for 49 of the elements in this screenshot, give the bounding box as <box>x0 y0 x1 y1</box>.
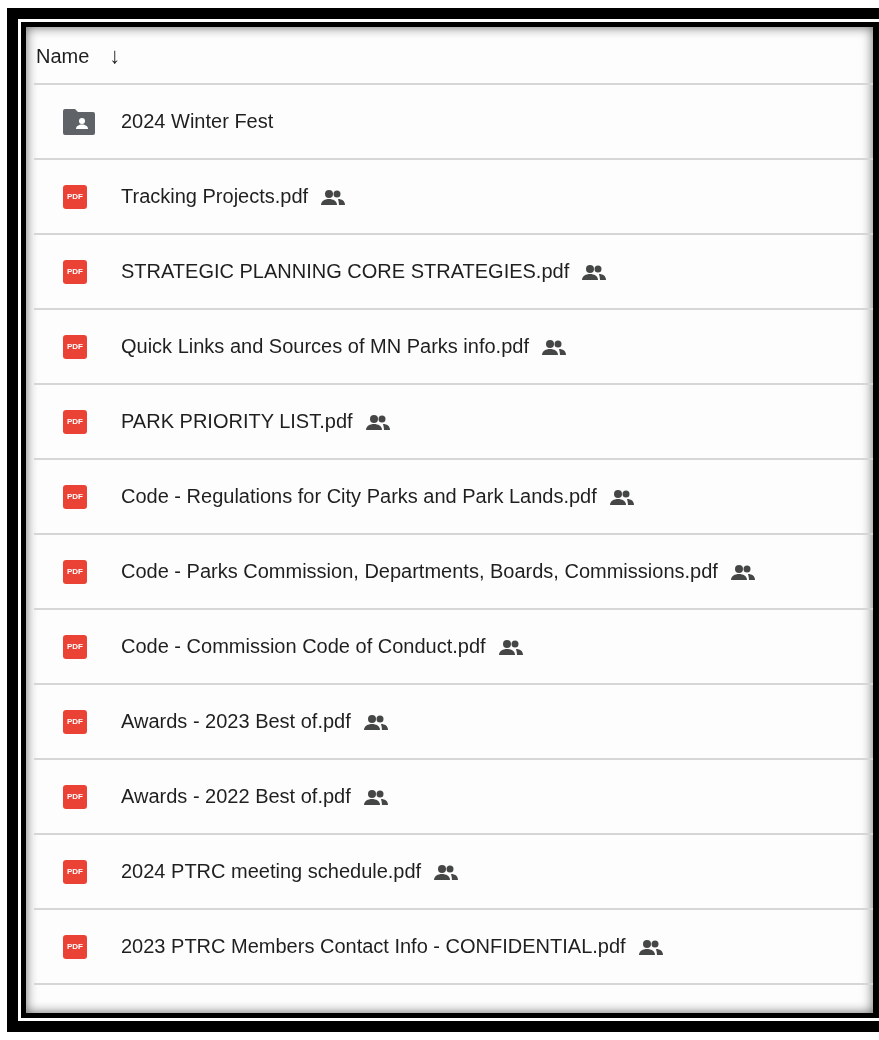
people-icon <box>433 863 460 880</box>
file-row[interactable]: PDF Code - Parks Commission, Departments, Boards, Commissions.pdf <box>34 535 873 610</box>
people-icon <box>729 563 756 580</box>
sort-arrow-icon[interactable]: ↓ <box>109 45 121 67</box>
file-row[interactable]: PDF Code - Regulations for City Parks and Park Lands.pdf <box>34 460 873 535</box>
file-row[interactable]: PDF STRATEGIC PLANNING CORE STRATEGIES.pdf <box>34 235 873 310</box>
file-name: 2024 PTRC meeting schedule.pdf <box>121 860 422 883</box>
file-name: Quick Links and Sources of MN Parks info.pdf <box>121 335 529 358</box>
pdf-icon: PDF <box>63 634 87 659</box>
file-row[interactable]: 2024 Winter Fest <box>34 85 873 160</box>
pdf-icon: PDF <box>63 484 87 509</box>
pdf-icon: PDF <box>63 259 87 284</box>
pdf-icon: PDF <box>63 409 87 434</box>
people-icon <box>362 713 389 730</box>
pdf-icon: PDF <box>63 859 87 884</box>
pdf-icon: PDF <box>63 184 87 209</box>
file-row[interactable]: PDF Awards - 2022 Best of.pdf <box>34 760 873 835</box>
pdf-icon: PDF <box>63 784 87 809</box>
people-icon <box>497 638 524 655</box>
pdf-icon: PDF <box>63 334 87 359</box>
pdf-icon: PDF <box>63 709 87 734</box>
file-name: Code - Commission Code of Conduct.pdf <box>121 635 486 658</box>
file-name: Awards - 2023 Best of.pdf <box>121 710 351 733</box>
people-icon <box>364 413 391 430</box>
file-row[interactable]: PDF Quick Links and Sources of MN Parks info.pdf <box>34 310 873 385</box>
people-icon <box>608 488 635 505</box>
file-row[interactable]: PDF Tracking Projects.pdf <box>34 160 873 235</box>
file-name: Code - Regulations for City Parks and Park Lands.pdf <box>121 485 597 508</box>
pdf-icon: PDF <box>63 559 87 584</box>
file-name: STRATEGIC PLANNING CORE STRATEGIES.pdf <box>121 260 570 283</box>
name-column-header: Name <box>36 44 90 68</box>
file-name: 2023 PTRC Members Contact Info - CONFIDENTIAL.pdf <box>121 935 626 958</box>
people-icon <box>362 788 389 805</box>
file-name: Code - Parks Commission, Departments, Boards, Commissions.pdf <box>121 560 718 583</box>
file-row[interactable]: PDF 2023 PTRC Members Contact Info - CONFIDENTIAL.pdf <box>34 910 873 985</box>
file-name: Tracking Projects.pdf <box>121 185 309 208</box>
shared-folder-icon <box>63 108 95 135</box>
file-name: Awards - 2022 Best of.pdf <box>121 785 351 808</box>
file-row[interactable]: PDF PARK PRIORITY LIST.pdf <box>34 385 873 460</box>
people-icon <box>320 188 347 205</box>
people-icon <box>581 263 608 280</box>
file-name: PARK PRIORITY LIST.pdf <box>121 410 353 433</box>
people-icon <box>540 338 567 355</box>
people-icon <box>637 938 664 955</box>
file-row[interactable]: PDF 2024 PTRC meeting schedule.pdf <box>34 835 873 910</box>
file-row[interactable]: PDF Awards - 2023 Best of.pdf <box>34 685 873 760</box>
file-row[interactable]: PDF Code - Commission Code of Conduct.pdf <box>34 610 873 685</box>
file-name: 2024 Winter Fest <box>121 110 274 133</box>
pdf-icon: PDF <box>63 934 87 959</box>
